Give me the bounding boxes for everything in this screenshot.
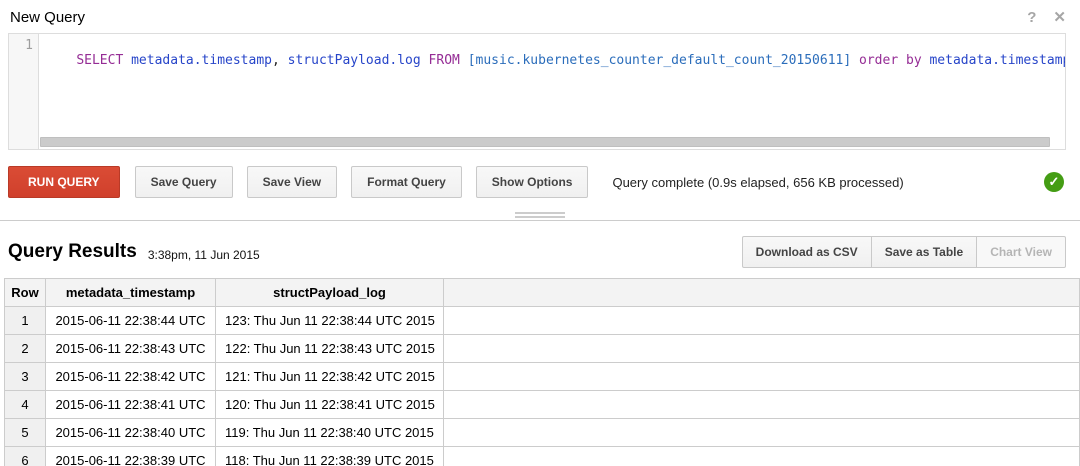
horizontal-scrollbar[interactable]	[40, 137, 1050, 147]
sql-editor[interactable]: 1 SELECT metadata.timestamp, structPaylo…	[8, 33, 1066, 150]
sql-keyword: FROM	[429, 53, 468, 68]
cell-row-number: 4	[5, 391, 46, 419]
cell-row-number: 3	[5, 363, 46, 391]
cell-structpayload-log: 122: Thu Jun 11 22:38:43 UTC 2015	[216, 335, 444, 363]
help-icon[interactable]: ?	[1027, 10, 1036, 25]
cell-empty	[444, 419, 1080, 447]
sql-punctuation: ,	[272, 53, 288, 68]
resize-divider	[0, 210, 1080, 223]
column-header-row: Row	[5, 279, 46, 307]
save-as-table-button[interactable]: Save as Table	[871, 236, 978, 268]
query-status-text: Query complete (0.9s elapsed, 656 KB pro…	[612, 175, 903, 190]
sql-field: metadata.timestamp	[929, 53, 1065, 68]
cell-empty	[444, 307, 1080, 335]
table-header-row: Row metadata_timestamp structPayload_log	[5, 279, 1080, 307]
table-row: 6 2015-06-11 22:38:39 UTC 118: Thu Jun 1…	[5, 447, 1080, 466]
cell-metadata-timestamp: 2015-06-11 22:38:44 UTC	[46, 307, 216, 335]
cell-empty	[444, 391, 1080, 419]
cell-empty	[444, 447, 1080, 466]
sql-field: metadata.timestamp	[131, 53, 272, 68]
column-header-structpayload-log: structPayload_log	[216, 279, 444, 307]
title-bar: New Query ? ✕	[0, 0, 1080, 33]
cell-metadata-timestamp: 2015-06-11 22:38:39 UTC	[46, 447, 216, 466]
cell-structpayload-log: 120: Thu Jun 11 22:38:41 UTC 2015	[216, 391, 444, 419]
results-header: Query Results 3:38pm, 11 Jun 2015 Downlo…	[0, 223, 1080, 278]
cell-structpayload-log: 123: Thu Jun 11 22:38:44 UTC 2015	[216, 307, 444, 335]
cell-metadata-timestamp: 2015-06-11 22:38:41 UTC	[46, 391, 216, 419]
results-timestamp: 3:38pm, 11 Jun 2015	[148, 243, 260, 262]
table-row: 2 2015-06-11 22:38:43 UTC 122: Thu Jun 1…	[5, 335, 1080, 363]
chart-view-button: Chart View	[976, 236, 1066, 268]
sql-query-text[interactable]: SELECT metadata.timestamp, structPayload…	[39, 34, 1065, 149]
divider-line	[0, 220, 1080, 221]
results-button-group: Download as CSV Save as Table Chart View	[742, 236, 1066, 268]
sql-space	[851, 53, 859, 68]
save-query-button[interactable]: Save Query	[135, 166, 233, 198]
cell-metadata-timestamp: 2015-06-11 22:38:40 UTC	[46, 419, 216, 447]
close-icon[interactable]: ✕	[1053, 10, 1066, 25]
cell-row-number: 1	[5, 307, 46, 335]
action-toolbar: RUN QUERY Save Query Save View Format Qu…	[8, 166, 1064, 198]
table-row: 4 2015-06-11 22:38:41 UTC 120: Thu Jun 1…	[5, 391, 1080, 419]
editor-gutter: 1	[9, 34, 39, 149]
sql-keyword: order by	[859, 53, 929, 68]
sql-table-name: [music.kubernetes_counter_default_count_…	[468, 53, 852, 68]
table-row: 5 2015-06-11 22:38:40 UTC 119: Thu Jun 1…	[5, 419, 1080, 447]
page-title: New Query	[10, 9, 85, 26]
table-row: 3 2015-06-11 22:38:42 UTC 121: Thu Jun 1…	[5, 363, 1080, 391]
column-header-empty	[444, 279, 1080, 307]
sql-space	[421, 53, 429, 68]
cell-empty	[444, 335, 1080, 363]
cell-row-number: 2	[5, 335, 46, 363]
run-query-button[interactable]: RUN QUERY	[8, 166, 120, 198]
cell-metadata-timestamp: 2015-06-11 22:38:42 UTC	[46, 363, 216, 391]
results-title: Query Results	[8, 241, 137, 263]
sql-keyword: SELECT	[76, 53, 131, 68]
cell-empty	[444, 363, 1080, 391]
cell-metadata-timestamp: 2015-06-11 22:38:43 UTC	[46, 335, 216, 363]
cell-structpayload-log: 119: Thu Jun 11 22:38:40 UTC 2015	[216, 419, 444, 447]
format-query-button[interactable]: Format Query	[351, 166, 462, 198]
cell-structpayload-log: 121: Thu Jun 11 22:38:42 UTC 2015	[216, 363, 444, 391]
table-row: 1 2015-06-11 22:38:44 UTC 123: Thu Jun 1…	[5, 307, 1080, 335]
cell-row-number: 5	[5, 419, 46, 447]
save-view-button[interactable]: Save View	[247, 166, 338, 198]
success-check-icon: ✓	[1044, 172, 1064, 192]
cell-structpayload-log: 118: Thu Jun 11 22:38:39 UTC 2015	[216, 447, 444, 466]
show-options-button[interactable]: Show Options	[476, 166, 589, 198]
download-csv-button[interactable]: Download as CSV	[742, 236, 872, 268]
title-bar-icons: ? ✕	[1010, 10, 1066, 25]
cell-row-number: 6	[5, 447, 46, 466]
sql-field: structPayload.log	[288, 53, 421, 68]
line-number: 1	[25, 38, 33, 53]
column-header-metadata-timestamp: metadata_timestamp	[46, 279, 216, 307]
resize-grip-icon[interactable]	[515, 212, 565, 220]
results-table: Row metadata_timestamp structPayload_log…	[4, 278, 1080, 466]
